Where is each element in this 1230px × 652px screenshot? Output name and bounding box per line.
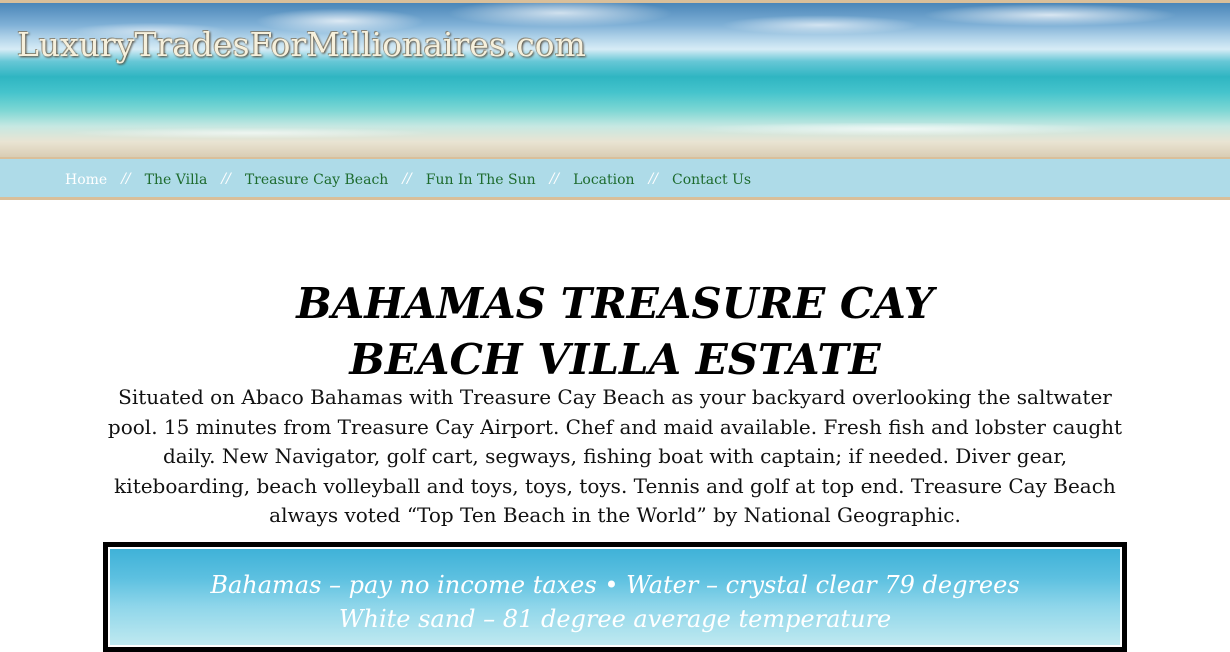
headline-line-1: BAHAMAS TREASURE CAY bbox=[296, 279, 934, 329]
intro-paragraph: Situated on Abaco Bahamas with Treasure … bbox=[107, 385, 1123, 527]
nav-separator: // bbox=[402, 170, 412, 187]
nav-separator: // bbox=[121, 170, 131, 187]
headline-line-2: BEACH VILLA ESTATE bbox=[349, 335, 881, 385]
nav-separator: // bbox=[221, 170, 231, 187]
nav-item-contact-us[interactable]: Contact Us bbox=[672, 172, 751, 188]
page-headline: BAHAMAS TREASURE CAY BEACH VILLA ESTATE bbox=[0, 276, 1230, 388]
nav-item-treasure-cay-beach[interactable]: Treasure Cay Beach bbox=[245, 172, 389, 188]
header-banner: LuxuryTradesForMillionaires.com bbox=[0, 0, 1230, 157]
promo-text-line-1: Bahamas – pay no income taxes • Water – … bbox=[210, 571, 1020, 599]
nav-item-home[interactable]: Home bbox=[65, 172, 107, 188]
banner-surf bbox=[0, 123, 1230, 157]
promo-banner-image: Bahamas – pay no income taxes • Water – … bbox=[108, 547, 1122, 647]
nav-item-fun-in-the-sun[interactable]: Fun In The Sun bbox=[426, 172, 536, 188]
nav-item-the-villa[interactable]: The Villa bbox=[145, 172, 208, 188]
nav-separator: // bbox=[648, 170, 659, 187]
promo-banner: Bahamas – pay no income taxes • Water – … bbox=[103, 542, 1127, 652]
main-navigation: Home // The Villa // Treasure Cay Beach … bbox=[0, 157, 1230, 200]
site-title[interactable]: LuxuryTradesForMillionaires.com bbox=[17, 25, 586, 64]
nav-item-location[interactable]: Location bbox=[573, 172, 634, 188]
nav-separator: // bbox=[549, 170, 560, 187]
promo-text-line-2: White sand – 81 degree average temperatu… bbox=[338, 605, 892, 633]
